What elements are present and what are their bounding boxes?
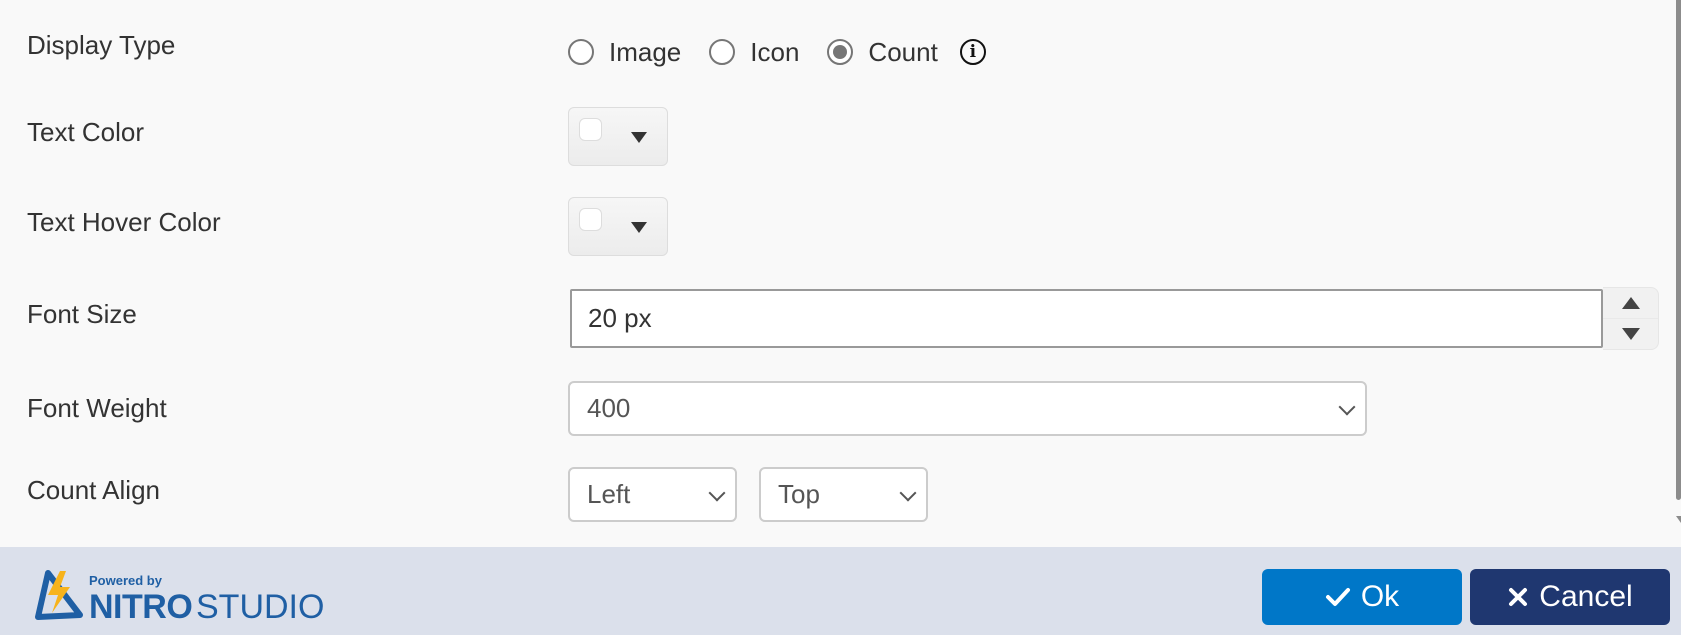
text-color-swatch [579, 118, 602, 141]
radio-option-count[interactable]: Count [827, 36, 938, 68]
radio-image[interactable] [568, 39, 594, 65]
increment-button[interactable] [1603, 288, 1658, 319]
font-size-label: Font Size [27, 299, 137, 329]
radio-option-icon[interactable]: Icon [709, 37, 799, 68]
text-hover-color-picker[interactable] [568, 197, 668, 256]
count-align-horizontal-select[interactable]: Left [568, 467, 737, 522]
close-icon [1509, 588, 1528, 606]
radio-image-label: Image [609, 36, 682, 67]
display-type-label: Display Type [27, 30, 176, 60]
text-color-label: Text Color [27, 117, 145, 147]
chevron-down-icon [708, 484, 726, 502]
display-type-radio-group: Image Icon Count i [568, 36, 986, 68]
font-weight-select[interactable]: 400 [568, 381, 1367, 436]
count-align-vertical-value: Top [778, 479, 820, 509]
brand-studio-text: STUDIO [196, 588, 325, 626]
arrow-down-icon [1621, 327, 1640, 340]
caret-down-icon [631, 132, 647, 143]
radio-count[interactable] [827, 39, 854, 65]
powered-by-text: Powered by [89, 573, 162, 588]
vertical-scrollbar[interactable] [1676, 0, 1681, 547]
cancel-label: Cancel [1539, 580, 1633, 613]
font-weight-value: 400 [587, 393, 631, 423]
info-icon[interactable]: i [959, 39, 986, 65]
count-align-vertical-select[interactable]: Top [759, 467, 928, 522]
dialog-footer: Powered by NITRO STUDIO Ok Cancel [0, 547, 1681, 635]
text-color-picker[interactable] [568, 107, 668, 166]
text-hover-color-label: Text Hover Color [27, 207, 221, 237]
font-size-spinner [1603, 287, 1659, 350]
checkmark-icon [1325, 588, 1350, 606]
decrement-button[interactable] [1603, 319, 1658, 350]
text-hover-color-swatch [579, 208, 602, 231]
nitro-logo-icon [35, 570, 83, 620]
ok-label: Ok [1360, 580, 1400, 613]
font-weight-label: Font Weight [27, 393, 167, 423]
radio-count-label: Count [868, 36, 938, 67]
chevron-down-icon [1338, 398, 1356, 416]
nitro-studio-logo: Powered by NITRO STUDIO [34, 569, 334, 626]
font-size-input[interactable]: 20 px [570, 289, 1603, 348]
settings-panel: Display Type Image Icon Count i Text Col… [0, 0, 1676, 547]
brand-nitro-text: NITRO [89, 588, 193, 626]
scrollbar-thumb[interactable] [1676, 0, 1681, 500]
chevron-down-icon [899, 484, 917, 502]
scroll-down-arrow-icon[interactable] [1676, 516, 1681, 523]
radio-icon-label: Icon [750, 36, 800, 67]
caret-down-icon [631, 222, 647, 233]
cancel-button[interactable]: Cancel [1470, 569, 1670, 625]
arrow-up-icon [1621, 296, 1640, 309]
ok-button[interactable]: Ok [1262, 569, 1462, 625]
count-align-label: Count Align [27, 475, 160, 505]
radio-icon[interactable] [709, 39, 736, 65]
count-align-horizontal-value: Left [587, 479, 631, 509]
radio-option-image[interactable]: Image [568, 37, 681, 68]
